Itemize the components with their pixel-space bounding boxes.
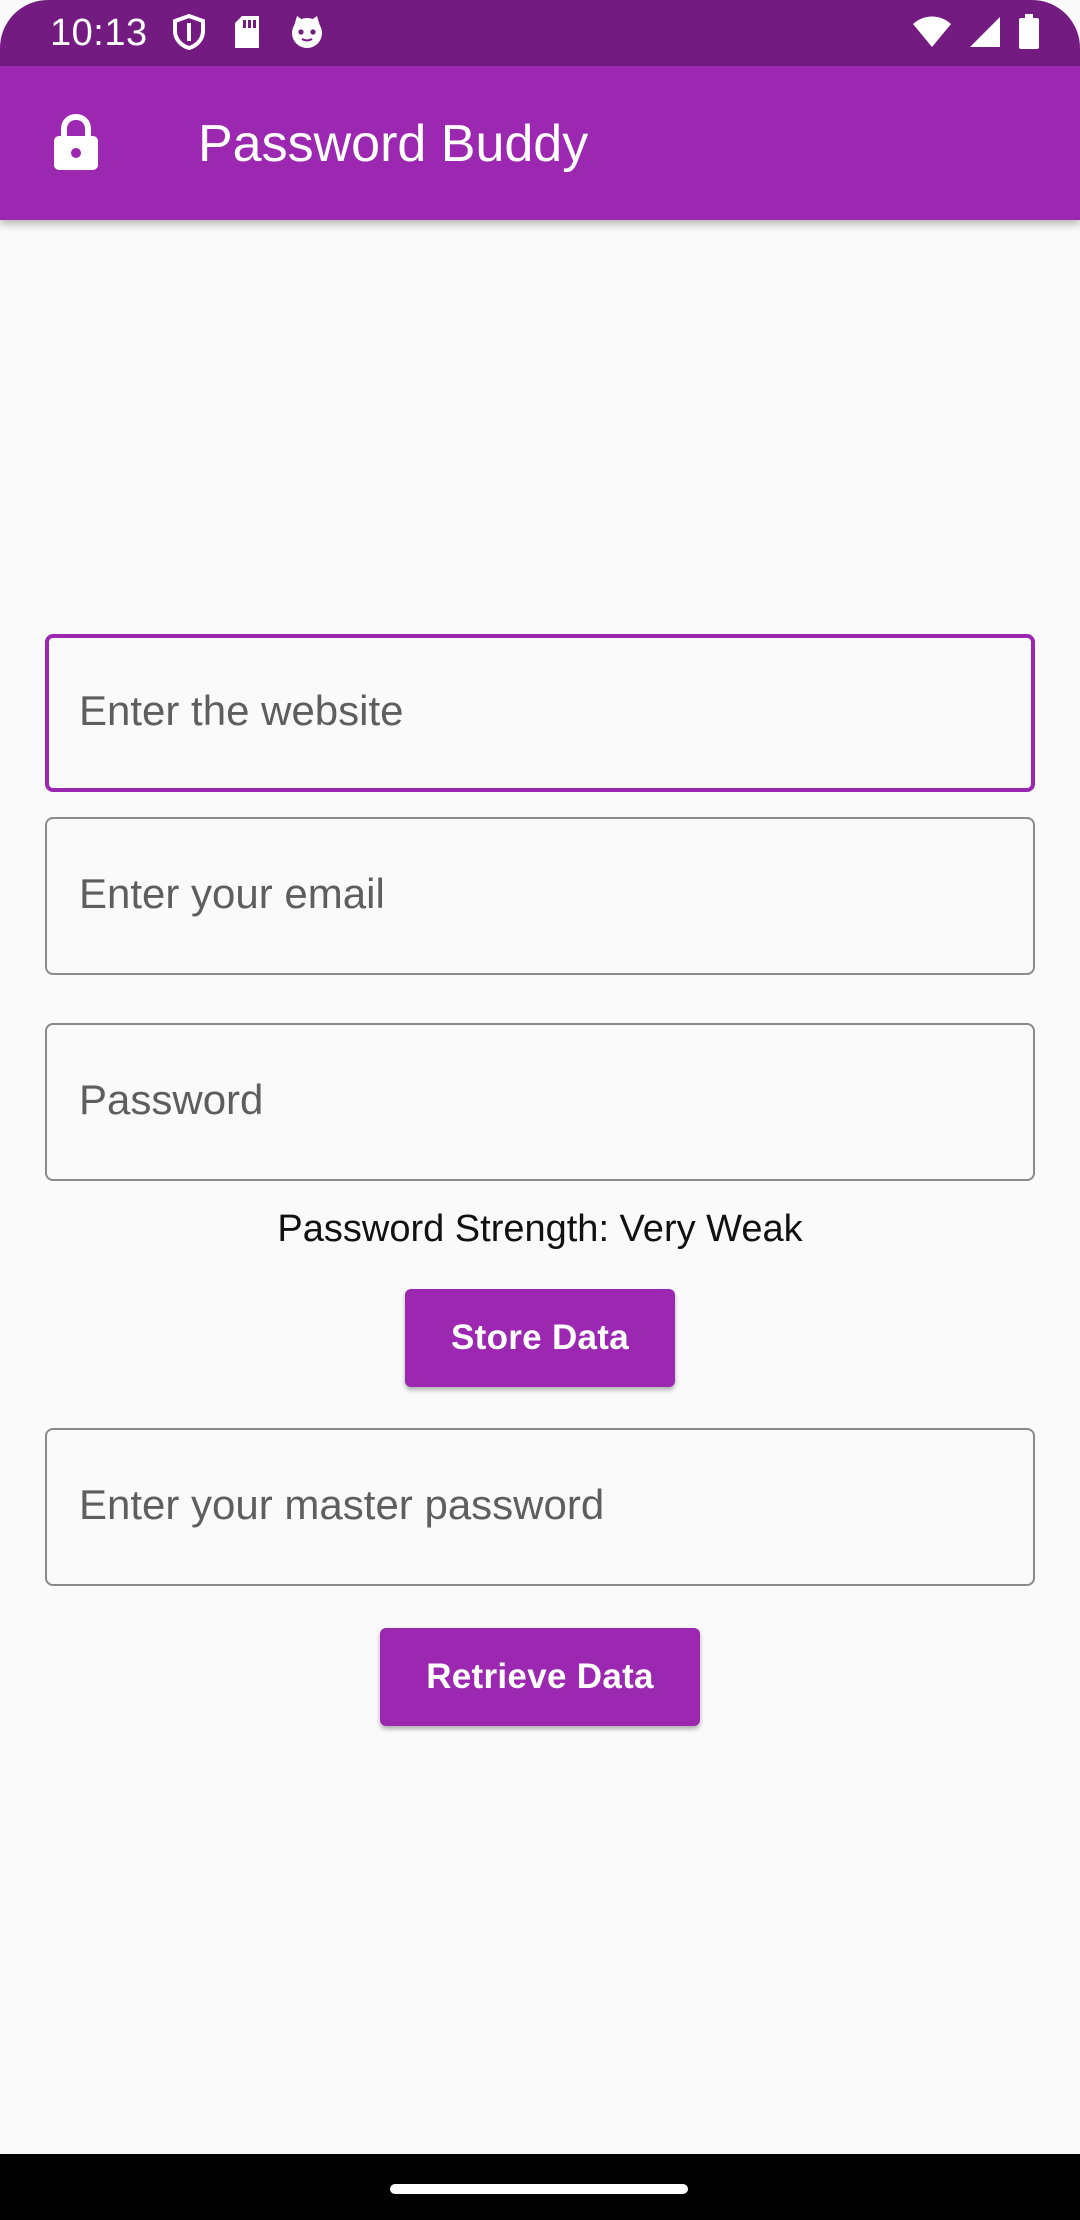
form-content: Enter the website Enter your email Passw… bbox=[0, 220, 1080, 2154]
sd-card-icon bbox=[232, 14, 262, 50]
battery-icon bbox=[1018, 14, 1040, 50]
password-strength-label: Password Strength: Very Weak bbox=[277, 1208, 803, 1250]
store-data-button[interactable]: Store Data bbox=[405, 1289, 675, 1387]
retrieve-data-button[interactable]: Retrieve Data bbox=[380, 1628, 700, 1726]
app-bar: Password Buddy bbox=[0, 66, 1080, 220]
email-input-placeholder: Enter your email bbox=[79, 870, 385, 917]
website-input-placeholder: Enter the website bbox=[79, 687, 404, 734]
master-password-input[interactable]: Enter your master password bbox=[45, 1428, 1035, 1586]
cat-face-icon bbox=[288, 14, 326, 50]
lock-icon bbox=[52, 113, 100, 176]
status-right-icons bbox=[912, 14, 1040, 50]
wifi-icon bbox=[912, 15, 952, 49]
status-time: 10:13 bbox=[50, 12, 148, 54]
shield-icon bbox=[172, 14, 206, 50]
app-title: Password Buddy bbox=[198, 115, 589, 173]
status-left-icons bbox=[172, 14, 326, 50]
app-screen: 10:13 Password Buddy Enter the website E… bbox=[0, 0, 1080, 2220]
password-input-placeholder: Password bbox=[79, 1076, 264, 1123]
email-input[interactable]: Enter your email bbox=[45, 817, 1035, 975]
master-password-input-placeholder: Enter your master password bbox=[79, 1481, 605, 1528]
website-input[interactable]: Enter the website bbox=[45, 634, 1035, 792]
home-gesture-handle[interactable] bbox=[390, 2184, 688, 2194]
status-bar: 10:13 bbox=[0, 0, 1080, 66]
password-input[interactable]: Password bbox=[45, 1023, 1035, 1181]
signal-icon bbox=[968, 15, 1002, 49]
navigation-bar bbox=[0, 2154, 1080, 2220]
